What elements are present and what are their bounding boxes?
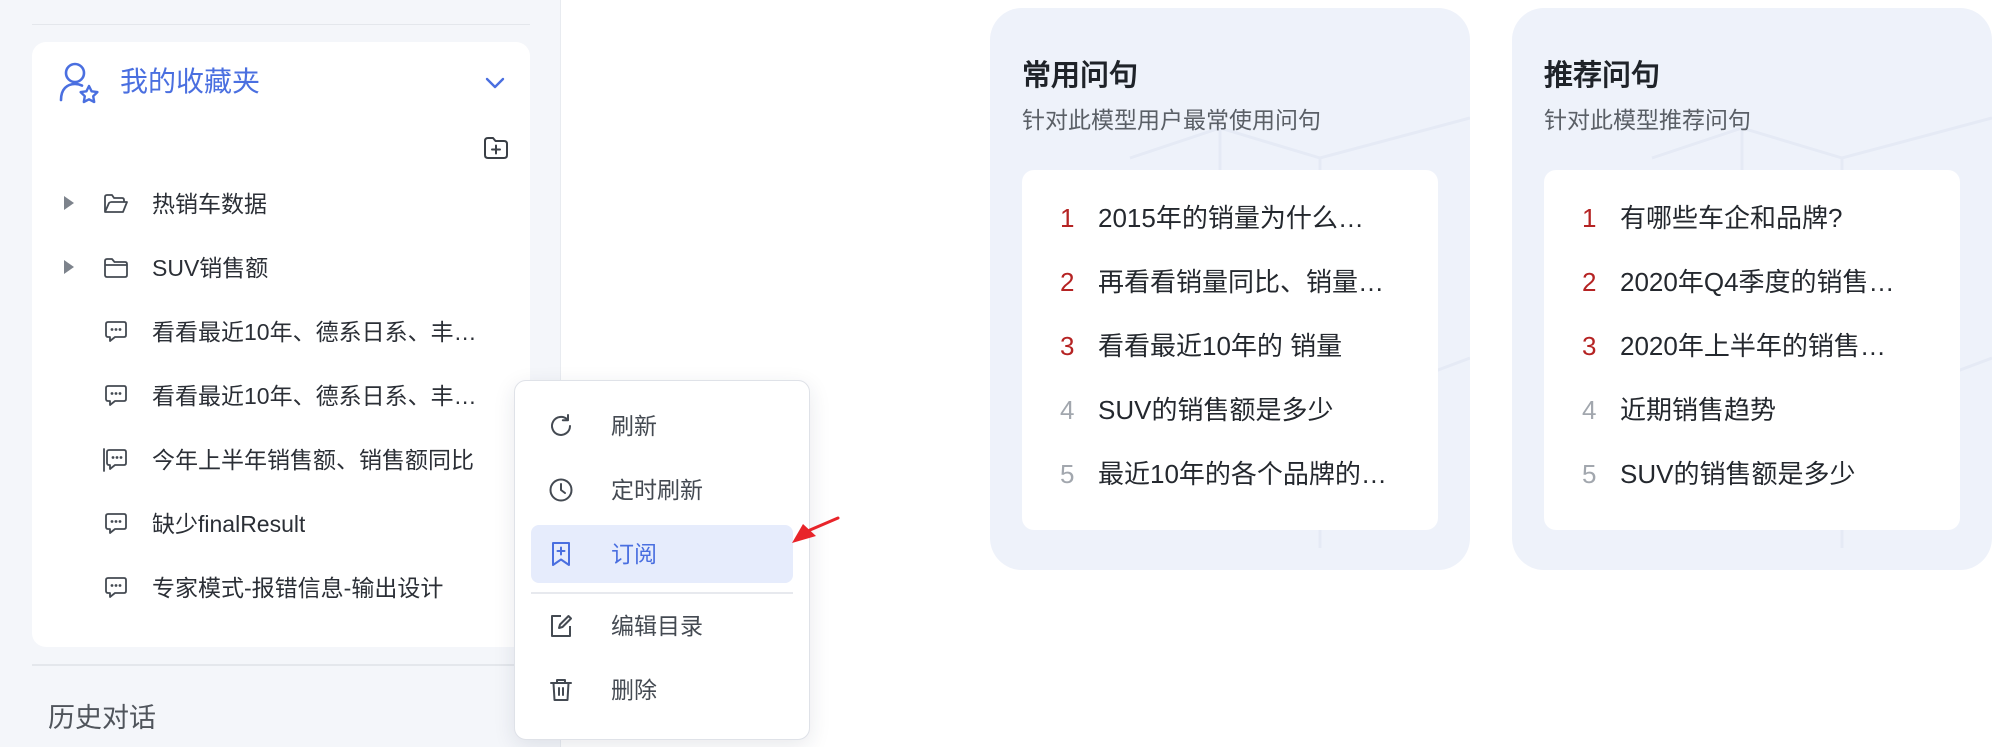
chevron-down-icon xyxy=(485,77,505,89)
menu-item-label: 编辑目录 xyxy=(611,613,703,639)
edit-icon xyxy=(551,615,572,637)
tree-item-label: 看看最近10年、德系日系、丰… xyxy=(152,319,477,345)
tree-chat-item[interactable]: 看看最近10年、德系日系、丰… xyxy=(32,364,530,428)
clock-icon xyxy=(549,478,573,502)
card-title: 常用问句 xyxy=(1022,60,1139,92)
folder-open-icon xyxy=(104,194,128,213)
rank-number: 1 xyxy=(1582,203,1597,233)
expand-arrow-icon[interactable] xyxy=(64,260,74,274)
favorites-header[interactable]: 我的收藏夹 xyxy=(32,42,530,122)
rank-number: 4 xyxy=(1060,395,1075,425)
menu-item-delete[interactable]: 删除 xyxy=(531,661,793,719)
question-item[interactable]: 1 2015年的销量为什么… xyxy=(1022,190,1438,246)
refresh-icon xyxy=(551,414,571,436)
favorites-title: 我的收藏夹 xyxy=(120,66,261,97)
question-text: 看看最近10年的 销量 xyxy=(1098,331,1343,361)
question-item[interactable]: 1 有哪些车企和品牌? xyxy=(1544,190,1960,246)
user-star-icon xyxy=(59,62,99,104)
question-text: 有哪些车企和品牌? xyxy=(1620,203,1843,233)
question-list: 1 2015年的销量为什么… 2 再看看销量同比、销量… 3 看看最近10年的 … xyxy=(1022,170,1438,530)
card-subtitle: 针对此模型推荐问句 xyxy=(1544,107,1751,133)
expand-arrow-icon[interactable] xyxy=(64,196,74,210)
new-folder-icon[interactable] xyxy=(482,134,510,162)
tree-item-label: 今年上半年销售额、销售额同比 xyxy=(152,447,474,473)
menu-item-label: 定时刷新 xyxy=(611,477,703,503)
menu-item-refresh[interactable]: 刷新 xyxy=(531,397,793,455)
rank-number: 2 xyxy=(1060,267,1075,297)
sidebar: 我的收藏夹 热销车数据 SUV销售额 看看最近10年、德系日系、丰… 看看最近1… xyxy=(0,0,561,747)
card-title: 推荐问句 xyxy=(1544,60,1661,92)
menu-item-label: 删除 xyxy=(611,677,657,703)
question-item[interactable]: 4 近期销售趋势 xyxy=(1544,382,1960,438)
recommended-questions-card: 推荐问句 针对此模型推荐问句 1 有哪些车企和品牌? 2 2020年Q4季度的销… xyxy=(1512,8,1992,570)
tree-item-label: 热销车数据 xyxy=(152,191,267,217)
question-item[interactable]: 3 看看最近10年的 销量 xyxy=(1022,318,1438,374)
question-text: SUV的销售额是多少 xyxy=(1098,395,1334,425)
chat-icon xyxy=(105,577,127,598)
question-text: 2020年上半年的销售… xyxy=(1620,331,1886,361)
menu-item-edit-directory[interactable]: 编辑目录 xyxy=(531,597,793,655)
question-text: 最近10年的各个品牌的… xyxy=(1098,459,1387,489)
question-item[interactable]: 3 2020年上半年的销售… xyxy=(1544,318,1960,374)
folder-icon xyxy=(104,258,128,278)
tree-chat-item[interactable]: 专家模式-报错信息-输出设计 xyxy=(32,556,530,620)
card-subtitle: 针对此模型用户最常使用问句 xyxy=(1022,107,1321,133)
question-text: 2015年的销量为什么… xyxy=(1098,203,1364,233)
annotation-arrow-icon xyxy=(792,516,840,543)
menu-item-label: 刷新 xyxy=(611,413,657,439)
rank-number: 2 xyxy=(1582,267,1597,297)
menu-divider xyxy=(531,592,793,594)
tree-chat-item[interactable]: 看看最近10年、德系日系、丰… xyxy=(32,300,530,364)
question-item[interactable]: 2 2020年Q4季度的销售… xyxy=(1544,254,1960,310)
favorites-panel: 我的收藏夹 热销车数据 SUV销售额 看看最近10年、德系日系、丰… 看看最近1… xyxy=(32,42,530,647)
tree-chat-item[interactable]: 今年上半年销售额、销售额同比 xyxy=(32,428,530,492)
context-menu: 刷新 定时刷新 订阅 编辑目录 删除 xyxy=(514,380,810,740)
rank-number: 1 xyxy=(1060,203,1075,233)
chat-icon xyxy=(105,385,127,406)
question-item[interactable]: 5 最近10年的各个品牌的… xyxy=(1022,446,1438,502)
tree-item-label: SUV销售额 xyxy=(152,255,269,281)
rank-number: 3 xyxy=(1582,331,1597,361)
tree-folder[interactable]: SUV销售额 xyxy=(32,236,530,300)
question-item[interactable]: 4 SUV的销售额是多少 xyxy=(1022,382,1438,438)
tree-item-label: 专家模式-报错信息-输出设计 xyxy=(152,575,444,601)
chat-icon xyxy=(105,513,127,534)
rank-number: 5 xyxy=(1582,459,1597,489)
chat-icon xyxy=(105,321,127,342)
tree-chat-item[interactable]: 缺少finalResult xyxy=(32,492,530,556)
divider xyxy=(32,664,530,666)
trash-icon xyxy=(550,679,572,701)
history-title: 历史对话 xyxy=(48,703,156,733)
question-list: 1 有哪些车企和品牌? 2 2020年Q4季度的销售… 3 2020年上半年的销… xyxy=(1544,170,1960,530)
question-text: SUV的销售额是多少 xyxy=(1620,459,1856,489)
question-item[interactable]: 2 再看看销量同比、销量… xyxy=(1022,254,1438,310)
chat-icon xyxy=(103,448,127,472)
menu-item-scheduled-refresh[interactable]: 定时刷新 xyxy=(531,461,793,519)
tree-item-label: 看看最近10年、德系日系、丰… xyxy=(152,383,477,409)
question-item[interactable]: 5 SUV的销售额是多少 xyxy=(1544,446,1960,502)
rank-number: 5 xyxy=(1060,459,1075,489)
question-text: 再看看销量同比、销量… xyxy=(1098,267,1385,297)
tree-item-label: 缺少finalResult xyxy=(152,511,306,537)
rank-number: 4 xyxy=(1582,395,1597,425)
question-text: 近期销售趋势 xyxy=(1620,395,1777,425)
tree-folder[interactable]: 热销车数据 xyxy=(32,172,530,236)
menu-item-label: 订阅 xyxy=(611,541,657,567)
bookmark-add-icon xyxy=(552,542,570,566)
rank-number: 3 xyxy=(1060,331,1075,361)
question-text: 2020年Q4季度的销售… xyxy=(1620,267,1895,297)
common-questions-card: 常用问句 针对此模型用户最常使用问句 1 2015年的销量为什么… 2 再看看销… xyxy=(990,8,1470,570)
favorites-tree: 热销车数据 SUV销售额 看看最近10年、德系日系、丰… 看看最近10年、德系日… xyxy=(32,172,530,620)
divider xyxy=(32,24,530,25)
menu-item-subscribe[interactable]: 订阅 xyxy=(531,525,793,583)
